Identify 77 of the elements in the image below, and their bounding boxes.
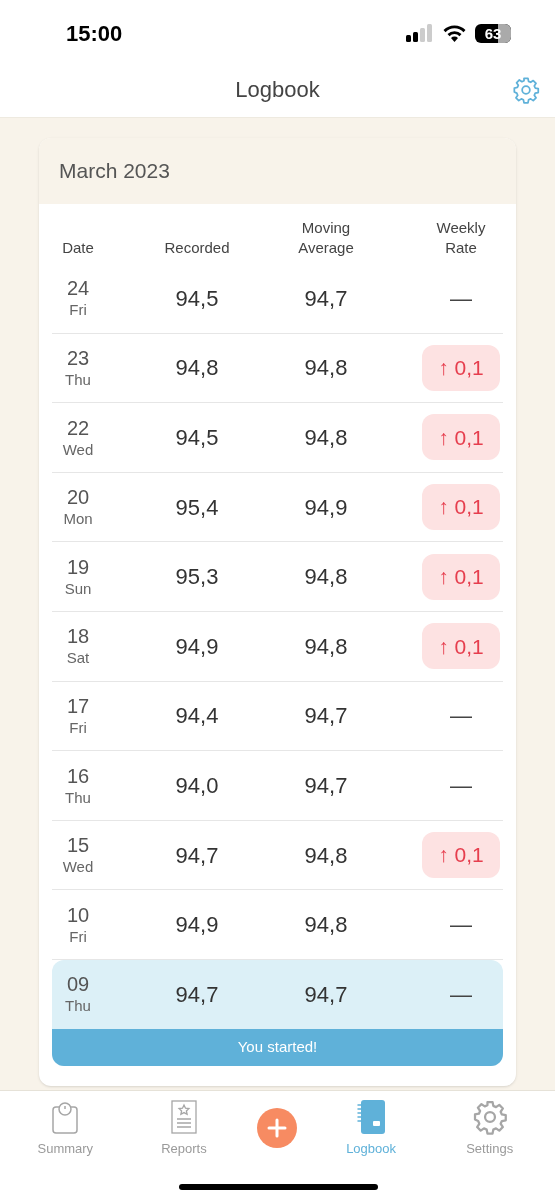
average-value: 94,7: [303, 980, 349, 1009]
column-header: Recorded: [164, 237, 230, 258]
add-button[interactable]: [257, 1108, 298, 1148]
weekday: Fri: [69, 927, 87, 947]
rate-badge: ↑ 0,1: [422, 553, 500, 600]
day-number: 17: [66, 694, 90, 719]
average-value: 94,8: [303, 354, 349, 383]
day-number: 16: [66, 763, 90, 789]
rate-text: —: [449, 911, 473, 940]
scale-icon: [52, 1100, 79, 1134]
weekday: Sun: [64, 579, 92, 599]
recorded-value: 94,8: [174, 354, 220, 383]
weekday: Wed: [62, 440, 94, 460]
recorded-value: 94,7: [174, 841, 220, 870]
average-value: 94,8: [303, 563, 349, 592]
recorded-value: 95,4: [174, 493, 220, 522]
day-number: 20: [66, 485, 90, 511]
day-number: 10: [66, 902, 90, 928]
day-number: 09: [66, 972, 90, 998]
day-number: 15: [66, 833, 90, 859]
page-title: Logbook: [235, 76, 320, 104]
average-value: 94,7: [303, 702, 349, 731]
start-banner: You started!: [52, 1028, 503, 1066]
nav-tab[interactable]: Logbook: [326, 1099, 417, 1159]
recorded-value: 94,5: [174, 424, 220, 452]
gear-icon: [471, 1099, 508, 1135]
rate-badge: ↑ 0,1: [422, 623, 500, 670]
weekday: Fri: [69, 301, 87, 321]
weekday: Thu: [65, 371, 91, 390]
rate-badge: ↑ 0,1: [422, 414, 500, 461]
average-value: 94,9: [303, 493, 349, 522]
day-number: 18: [66, 624, 90, 650]
rate-text: —: [449, 980, 473, 1009]
day-number: 22: [66, 415, 90, 441]
rate-badge: ↑ 0,1: [422, 484, 500, 531]
rate-badge: ↑ 0,1: [422, 832, 500, 879]
column-header: Weekly Rate: [435, 217, 487, 258]
recorded-value: 94,9: [174, 911, 220, 940]
recorded-value: 94,4: [174, 702, 220, 731]
average-value: 94,7: [303, 284, 349, 313]
report-icon: [170, 1100, 197, 1134]
recorded-value: 94,0: [174, 771, 220, 800]
day-number: 24: [66, 276, 90, 302]
day-number: 19: [66, 554, 90, 580]
rate-text: —: [449, 702, 473, 731]
recorded-value: 94,9: [174, 632, 220, 661]
average-value: 94,8: [303, 911, 349, 940]
weekday: Mon: [63, 510, 93, 529]
average-value: 94,8: [303, 632, 349, 661]
notebook-icon: [357, 1100, 386, 1134]
column-header: Date: [62, 237, 94, 258]
settings-button[interactable]: [511, 75, 541, 105]
weekday: Thu: [65, 997, 91, 1017]
recorded-value: 94,7: [174, 980, 220, 1009]
nav-tab[interactable]: Settings: [444, 1099, 535, 1159]
column-header: Moving Average: [297, 217, 355, 258]
weekday: Sat: [66, 649, 90, 669]
month-title: March 2023: [59, 158, 170, 185]
weekday: Fri: [69, 719, 87, 738]
nav-tab[interactable]: Summary: [20, 1099, 111, 1159]
settings-icon: [512, 76, 540, 104]
average-value: 94,8: [303, 841, 349, 870]
plus-icon: [267, 1118, 288, 1138]
day-number: 23: [66, 346, 90, 371]
signal-icon: [406, 24, 434, 42]
rate-text: —: [449, 284, 473, 313]
weekday: Thu: [65, 788, 91, 808]
average-value: 94,7: [303, 771, 349, 800]
status-time: 15:00: [66, 19, 123, 48]
recorded-value: 94,5: [174, 284, 220, 313]
average-value: 94,8: [303, 424, 349, 452]
recorded-value: 95,3: [174, 563, 220, 592]
nav-tab[interactable]: Reports: [138, 1099, 229, 1159]
rate-text: —: [449, 771, 473, 800]
weekday: Wed: [62, 858, 94, 877]
wifi-icon: [442, 24, 467, 42]
rate-badge: ↑ 0,1: [422, 344, 500, 391]
